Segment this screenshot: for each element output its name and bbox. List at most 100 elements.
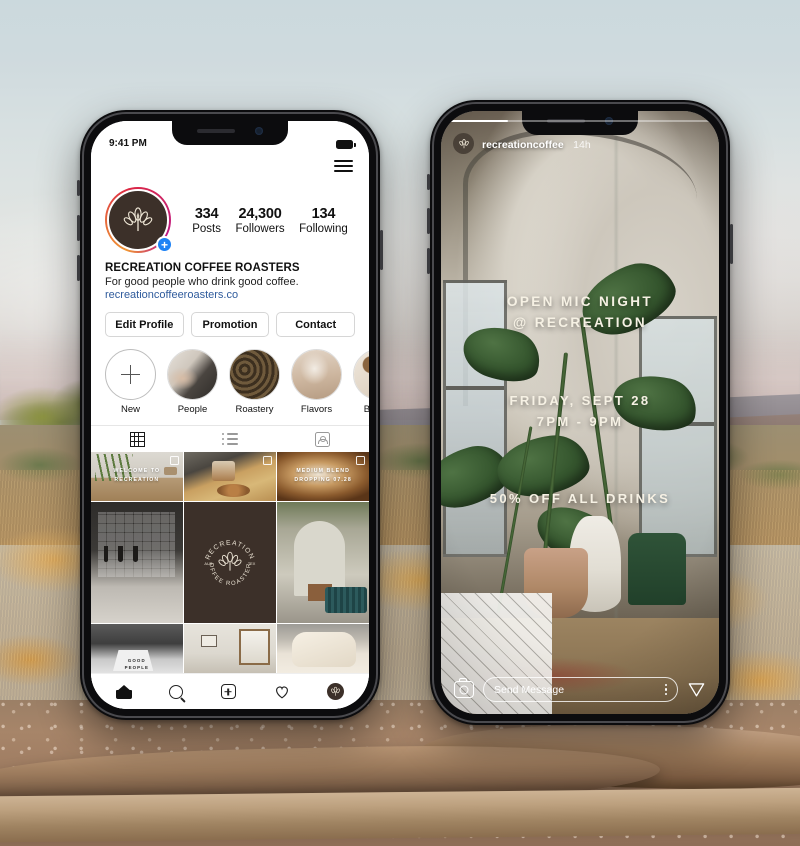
stat-following-label: Following: [299, 222, 348, 235]
phone-right-screen: recreationcoffee 14h OPEN MIC NIGHT @ RE…: [441, 111, 719, 714]
stat-posts-number: 334: [194, 205, 219, 222]
story-date-time: FRIDAY, SEPT 28 7PM - 9PM: [441, 391, 719, 433]
grid-cell[interactable]: GOOD PEOPLE: [91, 624, 183, 673]
story-time-range: 7PM - 9PM: [536, 414, 624, 430]
volume-up-button[interactable]: [77, 215, 80, 241]
highlight-roastery[interactable]: Roastery: [229, 349, 280, 415]
multi-post-icon: [262, 456, 272, 465]
svg-text:AUS: AUS: [204, 561, 212, 566]
stat-posts[interactable]: 334 Posts: [192, 206, 221, 235]
volume-down-button[interactable]: [427, 248, 430, 274]
grid-icon: [129, 431, 145, 447]
profile-bio: RECREATION COFFEE ROASTERS For good peop…: [91, 253, 369, 301]
camera-icon[interactable]: [454, 678, 474, 698]
search-icon[interactable]: [169, 684, 184, 699]
highlight-thumb: [167, 349, 218, 400]
highlight-people[interactable]: People: [167, 349, 218, 415]
instagram-story-viewer[interactable]: recreationcoffee 14h OPEN MIC NIGHT @ RE…: [441, 111, 719, 714]
story-headline: OPEN MIC NIGHT @ RECREATION: [441, 292, 719, 334]
mute-switch[interactable]: [77, 180, 80, 196]
more-vertical-icon[interactable]: [664, 683, 667, 696]
power-button[interactable]: [380, 230, 383, 270]
earpiece-speaker: [197, 129, 235, 133]
profile-website-link[interactable]: recreationcoffeeroasters.co: [105, 289, 355, 301]
phone-right-story: recreationcoffee 14h OPEN MIC NIGHT @ RE…: [427, 100, 733, 725]
grid-cell-caption: GOOD PEOPLE: [124, 657, 150, 671]
home-icon[interactable]: [115, 684, 132, 699]
contact-button[interactable]: Contact: [276, 312, 356, 337]
promotion-button[interactable]: Promotion: [190, 312, 270, 337]
notch: [172, 121, 288, 145]
grid-cell[interactable]: [184, 452, 276, 501]
scene-root: 9:41 PM + 334 Posts 24,300 Followers 134…: [0, 0, 800, 846]
volume-up-button[interactable]: [427, 208, 430, 234]
highlight-label: New: [120, 404, 140, 415]
tab-list[interactable]: [184, 426, 277, 452]
plus-square-icon[interactable]: [220, 684, 236, 699]
volume-down-button[interactable]: [77, 255, 80, 281]
phone-left-profile: 9:41 PM + 334 Posts 24,300 Followers 134…: [77, 110, 383, 720]
status-bar-time: 9:41 PM: [109, 138, 147, 149]
story-headline-line2: @ RECREATION: [513, 314, 647, 330]
multi-post-icon: [355, 456, 365, 465]
stat-following[interactable]: 134 Following: [299, 206, 348, 235]
stat-following-number: 134: [311, 205, 336, 222]
tab-grid[interactable]: [91, 426, 184, 452]
grid-cell[interactable]: [184, 624, 276, 673]
profile-description: For good people who drink good coffee.: [105, 276, 299, 288]
grid-cell[interactable]: MEDIUM BLEND DROPPING 07.28: [277, 452, 369, 501]
edit-profile-button[interactable]: Edit Profile: [105, 312, 184, 337]
stat-followers[interactable]: 24,300 Followers: [235, 206, 284, 235]
svg-text:TEX: TEX: [248, 561, 256, 566]
send-message-placeholder: Send Message: [494, 683, 565, 696]
instagram-profile-app: 9:41 PM + 334 Posts 24,300 Followers 134…: [91, 121, 369, 709]
grid-cell-caption: WELCOME TO RECREATION: [113, 468, 161, 484]
highlight-thumb: [229, 349, 280, 400]
highlight-new[interactable]: New: [105, 349, 156, 415]
avatar[interactable]: +: [105, 187, 173, 253]
stat-followers-label: Followers: [235, 222, 285, 235]
grid-cell-logo[interactable]: RECREATION COFFEE ROASTERS AUS TEX: [184, 502, 276, 623]
highlight-behind[interactable]: Behind: [353, 349, 369, 415]
highlight-label: Behind: [363, 404, 369, 415]
send-message-input[interactable]: Send Message: [483, 677, 678, 702]
story-header: recreationcoffee 14h: [453, 133, 707, 154]
profile-avatar-icon[interactable]: [327, 683, 345, 700]
background-log: [0, 787, 800, 843]
mute-switch[interactable]: [427, 174, 430, 190]
story-date: FRIDAY, SEPT 28: [509, 393, 651, 409]
highlight-flavors[interactable]: Flavors: [291, 349, 342, 415]
story-avatar[interactable]: [453, 133, 474, 154]
profile-display-name: RECREATION COFFEE ROASTERS: [105, 262, 300, 274]
grid-cell[interactable]: [91, 502, 183, 623]
stat-followers-number: 24,300: [238, 205, 282, 222]
notch: [522, 111, 638, 135]
profile-action-buttons: Edit Profile Promotion Contact: [91, 301, 369, 337]
story-headline-line1: OPEN MIC NIGHT: [506, 293, 654, 309]
svg-text:RECREATION: RECREATION: [205, 540, 256, 561]
highlight-label: Roastery: [235, 404, 274, 415]
profile-top-bar: [91, 151, 369, 181]
tab-tagged[interactable]: [276, 426, 369, 452]
power-button[interactable]: [730, 224, 733, 264]
add-highlight-plus-icon[interactable]: [105, 349, 156, 400]
story-progress-bar[interactable]: [451, 120, 709, 122]
tagged-person-icon: [315, 431, 331, 447]
battery-icon: [336, 140, 356, 149]
send-paper-plane-icon[interactable]: [687, 680, 706, 699]
story-highlights-row[interactable]: New People Roastery Flavors B: [91, 337, 369, 415]
heart-icon[interactable]: [274, 684, 290, 699]
phone-left-screen: 9:41 PM + 334 Posts 24,300 Followers 134…: [91, 121, 369, 709]
front-camera: [255, 127, 263, 135]
grid-cell[interactable]: [277, 502, 369, 623]
hamburger-menu-icon[interactable]: [334, 157, 353, 176]
grid-cell[interactable]: [277, 624, 369, 673]
bottom-navigation-bar: [91, 673, 369, 709]
add-story-badge[interactable]: +: [156, 236, 173, 253]
grid-cell[interactable]: WELCOME TO RECREATION: [91, 452, 183, 501]
svg-text:COFFEE ROASTERS: COFFEE ROASTERS: [194, 526, 252, 587]
recreation-circular-logo: RECREATION COFFEE ROASTERS AUS TEX: [194, 526, 256, 587]
highlight-label: People: [177, 404, 208, 415]
stat-posts-label: Posts: [192, 222, 221, 235]
story-username[interactable]: recreationcoffee: [482, 139, 564, 151]
